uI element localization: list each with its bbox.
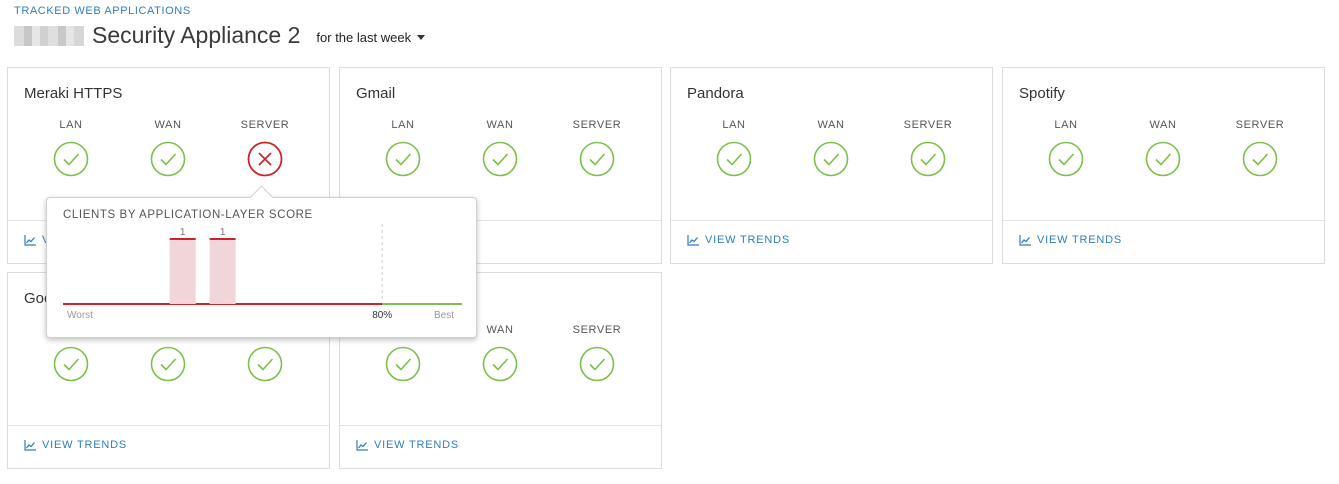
app-card-footer: VIEW TRENDS xyxy=(1003,220,1324,263)
status-columns: LAN WAN SERVER xyxy=(695,119,967,177)
status-columns: LAN WAN SERVER xyxy=(32,119,304,177)
header: Security Appliance 2 for the last week xyxy=(14,22,426,49)
app-card: Spotify LAN WAN SERVER VIEW TRENDS xyxy=(1002,67,1325,264)
view-trends-link[interactable]: VIEW TRENDS xyxy=(356,439,459,451)
page-title: Security Appliance 2 xyxy=(92,22,301,48)
view-trends-link[interactable]: VIEW TRENDS xyxy=(1019,234,1122,246)
error-circle-icon[interactable] xyxy=(247,141,283,177)
status-column-wan: WAN xyxy=(461,119,539,177)
status-column-lan: LAN xyxy=(32,119,110,177)
check-circle-icon[interactable] xyxy=(579,346,615,382)
status-column-wan: WAN xyxy=(129,119,207,177)
check-circle-icon[interactable] xyxy=(53,346,89,382)
column-label: SERVER xyxy=(572,119,622,131)
score-bar-label: 1 xyxy=(180,227,186,238)
app-card-footer: VIEW TRENDS xyxy=(8,425,329,468)
best-label: Best xyxy=(434,310,454,321)
check-circle-icon[interactable] xyxy=(482,141,518,177)
breadcrumb: TRACKED WEB APPLICATIONS xyxy=(14,5,191,17)
column-label: WAN xyxy=(154,119,182,131)
score-bar xyxy=(169,239,196,304)
status-columns: LAN WAN SERVER xyxy=(364,119,636,177)
check-circle-icon[interactable] xyxy=(1145,141,1181,177)
app-card-title: Meraki HTTPS xyxy=(24,85,123,102)
trend-chart-icon xyxy=(24,234,36,246)
check-circle-icon[interactable] xyxy=(385,346,421,382)
app-card: Pandora LAN WAN SERVER VIEW TRENDS xyxy=(670,67,993,264)
column-label: SERVER xyxy=(1235,119,1285,131)
column-label: LAN xyxy=(722,119,746,131)
check-circle-icon[interactable] xyxy=(910,141,946,177)
column-label: WAN xyxy=(486,324,514,336)
threshold-label: 80% xyxy=(372,310,392,321)
organization-logo xyxy=(14,25,84,46)
caret-down-icon xyxy=(417,35,426,40)
trend-chart-icon xyxy=(1019,234,1031,246)
column-label: WAN xyxy=(1149,119,1177,131)
column-label: WAN xyxy=(817,119,845,131)
check-circle-icon[interactable] xyxy=(150,346,186,382)
column-label: WAN xyxy=(486,119,514,131)
view-trends-label: VIEW TRENDS xyxy=(1037,234,1122,246)
status-column-server: SERVER xyxy=(558,119,636,177)
status-column-server: SERVER xyxy=(226,119,304,177)
trend-chart-icon xyxy=(687,234,699,246)
status-column-server: SERVER xyxy=(889,119,967,177)
period-dropdown[interactable]: for the last week xyxy=(316,30,426,45)
status-column-server: SERVER xyxy=(558,324,636,382)
period-label: for the last week xyxy=(316,30,412,45)
check-circle-icon[interactable] xyxy=(1048,141,1084,177)
app-card-title: Spotify xyxy=(1019,85,1065,102)
status-column-wan: WAN xyxy=(792,119,870,177)
check-circle-icon[interactable] xyxy=(716,141,752,177)
status-column-lan: LAN xyxy=(695,119,773,177)
view-trends-link[interactable]: VIEW TRENDS xyxy=(687,234,790,246)
status-column-server: SERVER xyxy=(1221,119,1299,177)
check-circle-icon[interactable] xyxy=(482,346,518,382)
column-label: SERVER xyxy=(240,119,290,131)
column-label: SERVER xyxy=(903,119,953,131)
worst-label: Worst xyxy=(67,310,93,321)
check-circle-icon[interactable] xyxy=(150,141,186,177)
score-chart: 1 1 Worst 80% Best xyxy=(63,224,462,321)
status-column-lan: LAN xyxy=(364,119,442,177)
trend-chart-icon xyxy=(24,439,36,451)
app-card-title: Gmail xyxy=(356,85,396,102)
view-trends-label: VIEW TRENDS xyxy=(374,439,459,451)
column-label: LAN xyxy=(59,119,83,131)
check-circle-icon[interactable] xyxy=(247,346,283,382)
column-label: SERVER xyxy=(572,324,622,336)
score-bar-label: 1 xyxy=(220,227,226,238)
check-circle-icon[interactable] xyxy=(53,141,89,177)
check-circle-icon[interactable] xyxy=(1242,141,1278,177)
app-card-title: Pandora xyxy=(687,85,744,102)
view-trends-link[interactable]: VIEW TRENDS xyxy=(24,439,127,451)
status-column-wan: WAN xyxy=(1124,119,1202,177)
score-popover: CLIENTS BY APPLICATION-LAYER SCORE 1 1 Wor… xyxy=(46,185,477,338)
trend-chart-icon xyxy=(356,439,368,451)
column-label: LAN xyxy=(391,119,415,131)
check-circle-icon[interactable] xyxy=(813,141,849,177)
view-trends-label: VIEW TRENDS xyxy=(42,439,127,451)
score-bar xyxy=(209,239,236,304)
status-column-lan: LAN xyxy=(1027,119,1105,177)
column-label: LAN xyxy=(1054,119,1078,131)
check-circle-icon[interactable] xyxy=(579,141,615,177)
app-card-footer: VIEW TRENDS xyxy=(671,220,992,263)
view-trends-label: VIEW TRENDS xyxy=(705,234,790,246)
check-circle-icon[interactable] xyxy=(385,141,421,177)
app-card-footer: VIEW TRENDS xyxy=(340,425,661,468)
status-columns: LAN WAN SERVER xyxy=(1027,119,1299,177)
